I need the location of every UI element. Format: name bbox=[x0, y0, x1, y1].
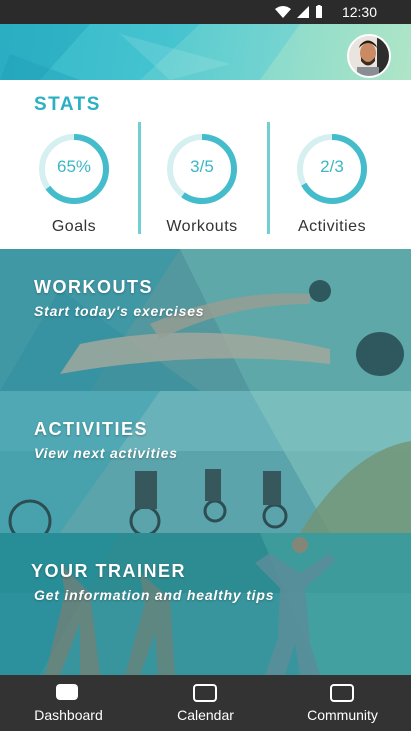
stat-workouts[interactable]: 3/5 Workouts bbox=[137, 132, 267, 236]
activities-title: ACTIVITIES bbox=[34, 419, 149, 439]
calendar-icon bbox=[193, 684, 217, 702]
nav-dashboard-label: Dashboard bbox=[34, 707, 103, 723]
workouts-image bbox=[0, 249, 411, 391]
workouts-value: 3/5 bbox=[190, 157, 214, 176]
community-icon bbox=[330, 684, 354, 702]
bottom-navigation: Dashboard Calendar Community bbox=[0, 675, 411, 731]
avatar[interactable] bbox=[347, 34, 391, 78]
workouts-title: WORKOUTS bbox=[34, 277, 153, 297]
nav-community[interactable]: Community bbox=[274, 675, 411, 731]
signal-icon bbox=[297, 5, 309, 18]
battery-icon bbox=[316, 5, 322, 18]
wifi-icon bbox=[275, 5, 291, 18]
trainer-image bbox=[0, 533, 411, 675]
workouts-card[interactable]: WORKOUTS Start today's exercises bbox=[0, 249, 411, 391]
goals-value: 65% bbox=[56, 157, 92, 176]
goals-label: Goals bbox=[51, 218, 97, 235]
status-icons bbox=[275, 5, 323, 18]
nav-community-label: Community bbox=[307, 707, 378, 723]
trainer-card[interactable]: YOUR TRAINER Get information and healthy… bbox=[0, 533, 411, 675]
stats-panel: STATS 65% Goals 3/5 Workouts 2/3 Activit… bbox=[0, 80, 411, 249]
activities-label: Activities bbox=[297, 218, 367, 235]
header-banner bbox=[0, 24, 411, 80]
stat-goals[interactable]: 65% Goals bbox=[9, 132, 139, 236]
nav-dashboard[interactable]: Dashboard bbox=[0, 675, 137, 731]
status-bar: 12:30 bbox=[0, 0, 411, 24]
trainer-title: YOUR TRAINER bbox=[31, 561, 187, 581]
activities-subtitle: View next activities bbox=[34, 445, 178, 461]
workouts-subtitle: Start today's exercises bbox=[34, 303, 205, 319]
nav-calendar-label: Calendar bbox=[177, 707, 234, 723]
trainer-portrait bbox=[349, 36, 389, 76]
dashboard-icon bbox=[56, 684, 78, 700]
trainer-subtitle: Get information and healthy tips bbox=[34, 587, 275, 603]
nav-calendar[interactable]: Calendar bbox=[137, 675, 274, 731]
workouts-label: Workouts bbox=[166, 218, 238, 235]
activities-value: 2/3 bbox=[320, 157, 344, 176]
activities-card[interactable]: ACTIVITIES View next activities bbox=[0, 391, 411, 533]
activities-image bbox=[0, 391, 411, 533]
stat-activities[interactable]: 2/3 Activities bbox=[267, 132, 397, 236]
status-time: 12:30 bbox=[341, 4, 377, 20]
stats-title: STATS bbox=[34, 94, 101, 115]
